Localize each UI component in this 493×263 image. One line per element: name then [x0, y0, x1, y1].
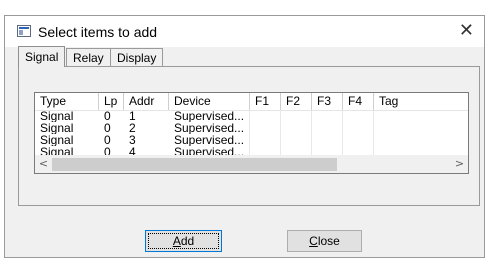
title-bar: Select items to add ✕: [5, 16, 484, 47]
tab-display-label: Display: [117, 51, 157, 65]
list-body: Signal 0 1 Supervised... Signal 0 2 Supe…: [35, 110, 468, 158]
column-header-device[interactable]: Device: [169, 93, 250, 110]
cell-device: Supervised...: [174, 110, 245, 122]
cell-addr: 2: [129, 122, 136, 134]
list-row[interactable]: Signal 0 1 Supervised...: [35, 110, 468, 122]
items-list[interactable]: Type Lp Addr Device F1 F2 F3 F4 Tag Sign…: [34, 92, 469, 174]
close-access-key: C: [309, 234, 318, 248]
cell-lp: 0: [104, 134, 111, 146]
cell-lp: 0: [104, 122, 111, 134]
add-label-rest: dd: [180, 234, 195, 248]
column-header-f1[interactable]: F1: [250, 93, 281, 110]
close-button[interactable]: Close: [287, 230, 362, 252]
window-title: Select items to add: [38, 24, 158, 40]
list-row[interactable]: Signal 0 2 Supervised...: [35, 122, 468, 134]
cell-type: Signal: [40, 122, 74, 134]
column-header-lp[interactable]: Lp: [99, 93, 124, 110]
tab-signal-label: Signal: [25, 50, 59, 64]
cell-addr: 3: [129, 134, 136, 146]
tab-display[interactable]: Display: [110, 48, 164, 66]
cell-type: Signal: [40, 134, 74, 146]
tab-signal[interactable]: Signal: [18, 46, 66, 67]
cell-device: Supervised...: [174, 122, 245, 134]
column-header-f2[interactable]: F2: [281, 93, 312, 110]
horizontal-scrollbar[interactable]: < >: [35, 155, 468, 173]
column-header-addr[interactable]: Addr: [124, 93, 169, 110]
cell-type: Signal: [40, 110, 74, 122]
tab-panel-signal: Type Lp Addr Device F1 F2 F3 F4 Tag Sign…: [18, 66, 480, 206]
scroll-right-icon[interactable]: >: [451, 156, 468, 173]
add-button[interactable]: Add: [145, 230, 222, 252]
scroll-thumb[interactable]: [52, 158, 337, 171]
column-header-tag[interactable]: Tag: [374, 93, 468, 110]
cell-lp: 0: [104, 110, 111, 122]
tab-relay[interactable]: Relay: [66, 48, 111, 66]
add-access-key: A: [172, 234, 181, 248]
close-label-rest: lose: [317, 234, 340, 248]
list-row[interactable]: Signal 0 3 Supervised...: [35, 134, 468, 146]
window-app-icon: [17, 25, 31, 37]
list-header: Type Lp Addr Device F1 F2 F3 F4 Tag: [35, 93, 468, 111]
cell-device: Supervised...: [174, 134, 245, 146]
column-header-f3[interactable]: F3: [312, 93, 343, 110]
cell-addr: 1: [129, 110, 136, 122]
close-icon[interactable]: ✕: [459, 20, 474, 41]
column-header-type[interactable]: Type: [35, 93, 99, 110]
tab-relay-label: Relay: [73, 51, 104, 65]
scroll-left-icon[interactable]: <: [35, 156, 52, 173]
column-header-f4[interactable]: F4: [343, 93, 374, 110]
